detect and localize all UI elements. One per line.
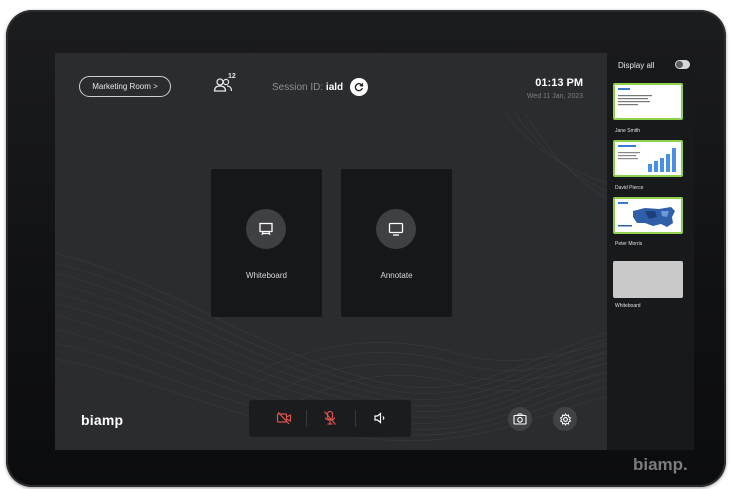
chart-preview: [615, 142, 681, 175]
map-preview: [615, 199, 681, 232]
touch-screen: Marketing Room > 12 Session ID: iald 01:…: [55, 53, 694, 450]
participant-count: 12: [228, 73, 236, 80]
session-id: iald: [325, 82, 344, 93]
sharing-sidebar: Display all Jane Smith David Pierce Pete…: [607, 53, 694, 450]
refresh-session-button[interactable]: [350, 78, 368, 96]
annotate-tile-label: Annotate: [380, 271, 413, 280]
biamp-logo: biamp: [81, 412, 124, 428]
presenter-thumbnail[interactable]: [613, 140, 683, 177]
speaker-icon: [374, 412, 385, 424]
presenter-name: Whiteboard: [615, 303, 641, 309]
presenter-thumbnail[interactable]: [613, 197, 683, 234]
toggle-knob: [676, 61, 683, 68]
presenter-name: Jane Smith: [615, 128, 641, 134]
display-all-toggle[interactable]: [675, 60, 690, 69]
display-all-label: Display all: [618, 61, 655, 70]
divider: [306, 410, 307, 427]
document-preview: [615, 85, 681, 118]
volume-button[interactable]: [369, 408, 391, 428]
divider: [355, 410, 356, 427]
monitor-icon: [376, 209, 416, 249]
whiteboard-thumbnail[interactable]: [613, 261, 683, 298]
session-label: Session ID:: [272, 82, 324, 93]
control-bar: biamp: [55, 392, 607, 450]
room-selector-button[interactable]: Marketing Room >: [79, 76, 171, 97]
clock-time: 01:13 PM: [535, 77, 583, 89]
whiteboard-tile-label: Whiteboard: [246, 271, 287, 280]
presenter-thumbnail[interactable]: [613, 83, 683, 120]
camera-icon: [513, 413, 527, 425]
session-info: Session ID: iald: [272, 82, 343, 93]
av-controls: [249, 400, 411, 437]
whiteboard-tile[interactable]: Whiteboard: [211, 169, 322, 317]
screenshot-button[interactable]: [508, 407, 532, 431]
wave-background: [55, 112, 607, 441]
main-panel: Marketing Room > 12 Session ID: iald 01:…: [55, 53, 607, 450]
clock-date: Wed 11 Jan, 2023: [526, 93, 583, 100]
microphone-toggle-button[interactable]: [319, 408, 341, 428]
settings-button[interactable]: [553, 407, 577, 431]
device-brand-logo: biamp.: [633, 455, 688, 474]
camera-toggle-button[interactable]: [273, 408, 295, 428]
room-selector-label: Marketing Room >: [92, 82, 158, 91]
gear-icon: [559, 412, 571, 426]
video-off-icon: [276, 411, 292, 425]
annotate-tile[interactable]: Annotate: [341, 169, 452, 317]
presenter-name: Peter Morris: [615, 241, 643, 247]
presenter-name: David Pierce: [615, 185, 644, 191]
whiteboard-icon: [246, 209, 286, 249]
mic-off-icon: [324, 410, 336, 425]
refresh-icon: [354, 83, 364, 92]
